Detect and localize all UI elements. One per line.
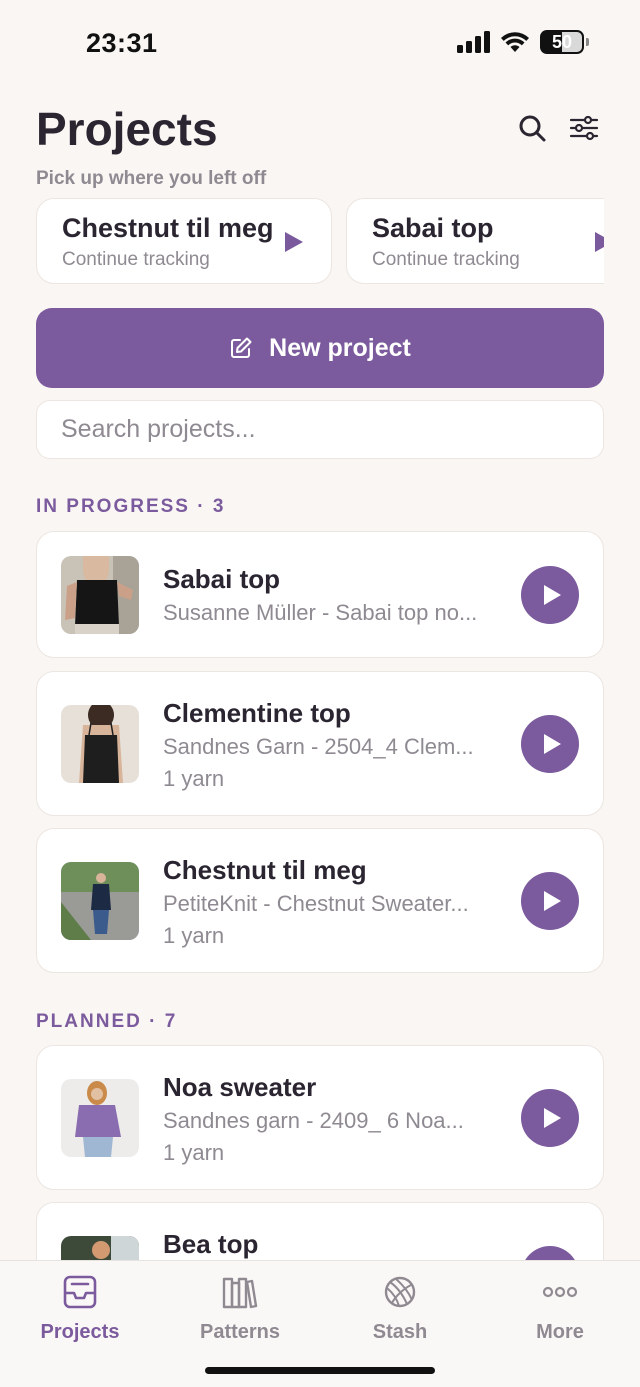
home-indicator — [205, 1367, 435, 1374]
search-field[interactable] — [36, 400, 604, 459]
project-yarn-count: 1 yarn — [163, 923, 225, 948]
project-pattern: Sandnes garn - 2409_ 6 Noa... — [163, 1108, 464, 1133]
continue-card-subtitle: Continue tracking — [62, 249, 210, 270]
edit-icon — [231, 337, 252, 358]
project-yarn-count: 1 yarn — [163, 766, 225, 791]
yarn-ball-icon — [384, 1276, 416, 1308]
play-button[interactable] — [521, 1089, 579, 1147]
filter-sliders-icon[interactable] — [568, 112, 600, 144]
tab-label: Projects — [40, 1321, 120, 1343]
project-thumbnail — [61, 556, 139, 634]
project-title: Noa sweater — [163, 1072, 317, 1102]
project-card[interactable]: Noa sweater Sandnes garn - 2409_ 6 Noa..… — [36, 1045, 604, 1190]
project-thumbnail — [61, 705, 139, 783]
tab-stash[interactable]: Stash — [320, 1273, 480, 1344]
continue-card-title: Sabai top — [372, 213, 494, 243]
project-title: Chestnut til meg — [163, 855, 367, 885]
status-icons: 50 — [457, 30, 589, 54]
project-title: Bea top — [163, 1229, 259, 1259]
tab-label: Stash — [372, 1321, 428, 1343]
play-icon — [544, 585, 561, 605]
continue-card[interactable]: Sabai top Continue tracking — [346, 198, 604, 284]
cellular-signal-icon — [457, 31, 490, 53]
tab-patterns[interactable]: Patterns — [160, 1273, 320, 1344]
inbox-tray-icon — [63, 1275, 97, 1309]
project-pattern: Sandnes Garn - 2504_4 Clem... — [163, 734, 474, 759]
play-icon — [544, 891, 561, 911]
tab-more[interactable]: More — [480, 1273, 640, 1344]
section-label-in-progress: IN PROGRESS · 3 — [36, 496, 226, 517]
page-title: Projects — [36, 103, 218, 155]
wifi-icon — [501, 32, 529, 52]
books-icon — [222, 1277, 258, 1309]
section-label-planned: PLANNED · 7 — [36, 1011, 178, 1032]
more-dots-icon — [542, 1286, 578, 1298]
play-icon — [595, 232, 604, 252]
continue-section-label: Pick up where you left off — [36, 168, 267, 189]
project-title: Sabai top — [163, 564, 281, 594]
project-pattern: PetiteKnit - Chestnut Sweater... — [163, 891, 469, 916]
search-input[interactable] — [61, 401, 581, 457]
tab-label: Patterns — [199, 1321, 281, 1343]
project-card[interactable]: Clementine top Sandnes Garn - 2504_4 Cle… — [36, 671, 604, 816]
play-button[interactable] — [521, 715, 579, 773]
battery-icon: 50 — [540, 30, 589, 54]
tab-label: More — [536, 1321, 584, 1343]
project-title: Clementine top — [163, 698, 351, 728]
new-project-button[interactable]: New project — [36, 308, 604, 388]
play-button[interactable] — [521, 566, 579, 624]
play-icon — [544, 1108, 561, 1128]
battery-level: 50 — [551, 31, 573, 52]
play-button[interactable] — [521, 872, 579, 930]
project-card[interactable]: Sabai top Susanne Müller - Sabai top no.… — [36, 531, 604, 658]
project-thumbnail — [61, 1079, 139, 1157]
continue-card-title: Chestnut til meg — [62, 213, 274, 243]
new-project-label: New project — [269, 333, 411, 362]
tab-projects[interactable]: Projects — [0, 1273, 160, 1344]
search-icon[interactable] — [516, 112, 548, 144]
continue-carousel[interactable]: Chestnut til meg Continue tracking Sabai… — [36, 198, 604, 286]
continue-card-subtitle: Continue tracking — [372, 249, 520, 270]
project-yarn-count: 1 yarn — [163, 1140, 225, 1165]
project-pattern: Susanne Müller - Sabai top no... — [163, 600, 478, 625]
app-screen: 23:31 50 Projects Pick up where you left… — [0, 0, 640, 1387]
status-time: 23:31 — [86, 28, 158, 58]
continue-card[interactable]: Chestnut til meg Continue tracking — [36, 198, 332, 284]
project-thumbnail — [61, 862, 139, 940]
play-icon — [285, 232, 303, 252]
play-icon — [544, 734, 561, 754]
project-card[interactable]: Chestnut til meg PetiteKnit - Chestnut S… — [36, 828, 604, 973]
